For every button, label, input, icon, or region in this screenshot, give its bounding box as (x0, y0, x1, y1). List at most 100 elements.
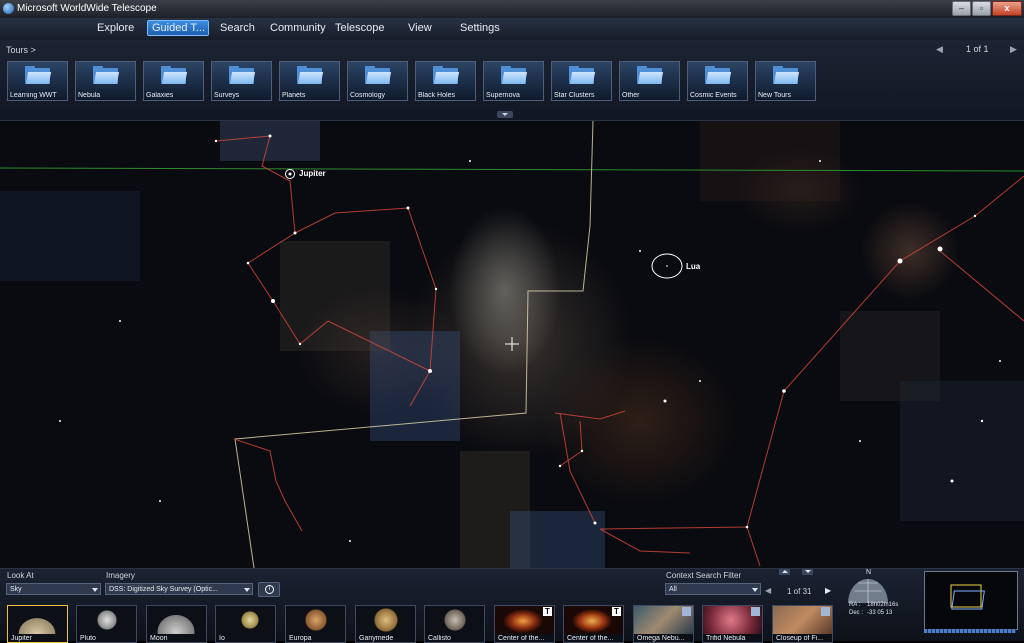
menu-guided-tours[interactable]: Guided T... (147, 20, 209, 36)
tour-category-label: Supernova (486, 92, 520, 99)
thumbnail-label: Closeup of Fi... (776, 635, 824, 642)
tour-category-black-holes[interactable]: Black Holes (415, 61, 476, 101)
constellation-lines (215, 135, 1024, 567)
menu-settings[interactable]: Settings (460, 22, 500, 34)
collapse-panel-button[interactable] (497, 111, 513, 118)
window-title: Microsoft WorldWide Telescope (17, 3, 157, 14)
context-filter-value: All (669, 586, 677, 593)
tour-category-supernova[interactable]: Supernova (483, 61, 544, 101)
context-filter-dropdown[interactable]: All (665, 583, 761, 595)
thumbnail-label: Jupiter (11, 635, 33, 642)
stars (59, 134, 1001, 542)
menu-community[interactable]: Community (270, 22, 326, 34)
thumbnail-closeup[interactable]: Closeup of Fi... (772, 605, 833, 643)
thumbnail-center-of-the-1[interactable]: T Center of the... (494, 605, 555, 643)
tour-category-other[interactable]: Other (619, 61, 680, 101)
tour-category-nebula[interactable]: Nebula (75, 61, 136, 101)
thumbnail-pluto[interactable]: Pluto (76, 605, 137, 643)
tour-category-new-tours[interactable]: New Tours (755, 61, 816, 101)
horizon-line (0, 167, 1024, 172)
overview-progress-bar (924, 629, 1016, 633)
tours-pager: 1 of 1 (966, 44, 989, 54)
image-badge-icon (821, 607, 830, 616)
menu-view[interactable]: View (408, 22, 432, 34)
moon-label[interactable]: Lua (686, 262, 700, 271)
info-button[interactable]: i (258, 582, 280, 597)
scroll-down-button[interactable] (802, 569, 813, 575)
thumbnail-label: Europa (289, 635, 312, 642)
menu-explore[interactable]: Explore (97, 22, 134, 34)
folder-icon (501, 66, 528, 84)
folder-icon (950, 584, 985, 610)
folder-icon (229, 66, 256, 84)
tour-category-label: Black Holes (418, 92, 455, 99)
tour-category-planets[interactable]: Planets (279, 61, 340, 101)
context-next-button[interactable]: ▶ (825, 586, 831, 595)
tours-next-button[interactable]: ▶ (1010, 44, 1017, 55)
folder-icon (705, 66, 732, 84)
thumbnail-jupiter[interactable]: Jupiter (7, 605, 68, 643)
compass-dome-icon (848, 579, 888, 603)
thumbnail-moon[interactable]: Moon (146, 605, 207, 643)
context-prev-button[interactable]: ◀ (765, 586, 771, 595)
minimize-icon: – (958, 3, 964, 13)
sky-view[interactable]: Jupiter Lua (0, 121, 1024, 568)
tour-category-label: New Tours (758, 92, 791, 99)
ra-label: RA : (849, 602, 861, 608)
tour-category-label: Surveys (214, 92, 240, 99)
tours-panel: Tours > ◀ 1 of 1 ▶ Learning WWT Nebula G… (0, 40, 1024, 121)
menu-search[interactable]: Search (220, 22, 255, 34)
look-at-dropdown[interactable]: Sky (6, 583, 101, 595)
thumbnail-label: Io (219, 635, 225, 642)
maximize-icon: ▫ (979, 3, 984, 13)
info-icon: i (265, 585, 274, 594)
crosshair-icon (505, 337, 519, 351)
ra-value: 18h02m16s (867, 602, 899, 608)
thumbnail-label: Moon (150, 635, 168, 642)
menu-bar: Explore Guided T... Search Community Tel… (0, 18, 1024, 40)
imagery-label: Imagery (106, 571, 135, 580)
close-icon: x (1004, 3, 1010, 13)
close-button[interactable]: x (992, 1, 1022, 16)
thumbnail-label: Trifid Nebula (706, 635, 746, 642)
folder-icon (433, 66, 460, 84)
thumbnail-label: Center of the... (567, 635, 614, 642)
tours-prev-button[interactable]: ◀ (936, 44, 943, 55)
thumbnail-europa[interactable]: Europa (285, 605, 346, 643)
tour-category-galaxies[interactable]: Galaxies (143, 61, 204, 101)
thumbnail-center-of-the-2[interactable]: T Center of the... (563, 605, 624, 643)
folder-icon (773, 66, 800, 84)
look-at-value: Sky (10, 586, 22, 593)
thumbnail-label: Callisto (428, 635, 451, 642)
thumbnail-label: Center of the... (498, 635, 545, 642)
tour-category-learning-wwt[interactable]: Learning WWT (7, 61, 68, 101)
thumbnail-omega-nebula[interactable]: Omega Nebu... (633, 605, 694, 643)
tour-category-star-clusters[interactable]: Star Clusters (551, 61, 612, 101)
menu-telescope[interactable]: Telescope (335, 22, 385, 34)
breadcrumb[interactable]: Tours > (6, 45, 36, 55)
folder-icon (297, 66, 324, 84)
tour-category-label: Other (622, 92, 640, 99)
imagery-dropdown[interactable]: DSS: Digitized Sky Survey (Optic... (105, 583, 253, 595)
tour-category-label: Star Clusters (554, 92, 595, 99)
folder-icon (365, 66, 392, 84)
dec-label: Dec : (849, 610, 864, 616)
folder-icon (637, 66, 664, 84)
thumbnail-callisto[interactable]: Callisto (424, 605, 485, 643)
thumbnail-io[interactable]: Io (215, 605, 276, 643)
overview-map[interactable] (924, 571, 1018, 630)
maximize-button[interactable]: ▫ (972, 1, 991, 16)
sky-overlay (0, 121, 1024, 568)
thumbnail-ganymede[interactable]: Ganymede (355, 605, 416, 643)
jupiter-label[interactable]: Jupiter (299, 169, 326, 178)
thumbnail-trifid-nebula[interactable]: Trifid Nebula (702, 605, 763, 643)
tour-category-surveys[interactable]: Surveys (211, 61, 272, 101)
tour-category-cosmology[interactable]: Cosmology (347, 61, 408, 101)
look-at-label: Look At (7, 571, 34, 580)
image-badge-icon (751, 607, 760, 616)
scroll-up-button[interactable] (779, 569, 790, 575)
chevron-down-icon (752, 588, 758, 592)
compass-north-label: N (866, 569, 872, 576)
minimize-button[interactable]: – (952, 1, 971, 16)
tour-category-cosmic-events[interactable]: Cosmic Events (687, 61, 748, 101)
